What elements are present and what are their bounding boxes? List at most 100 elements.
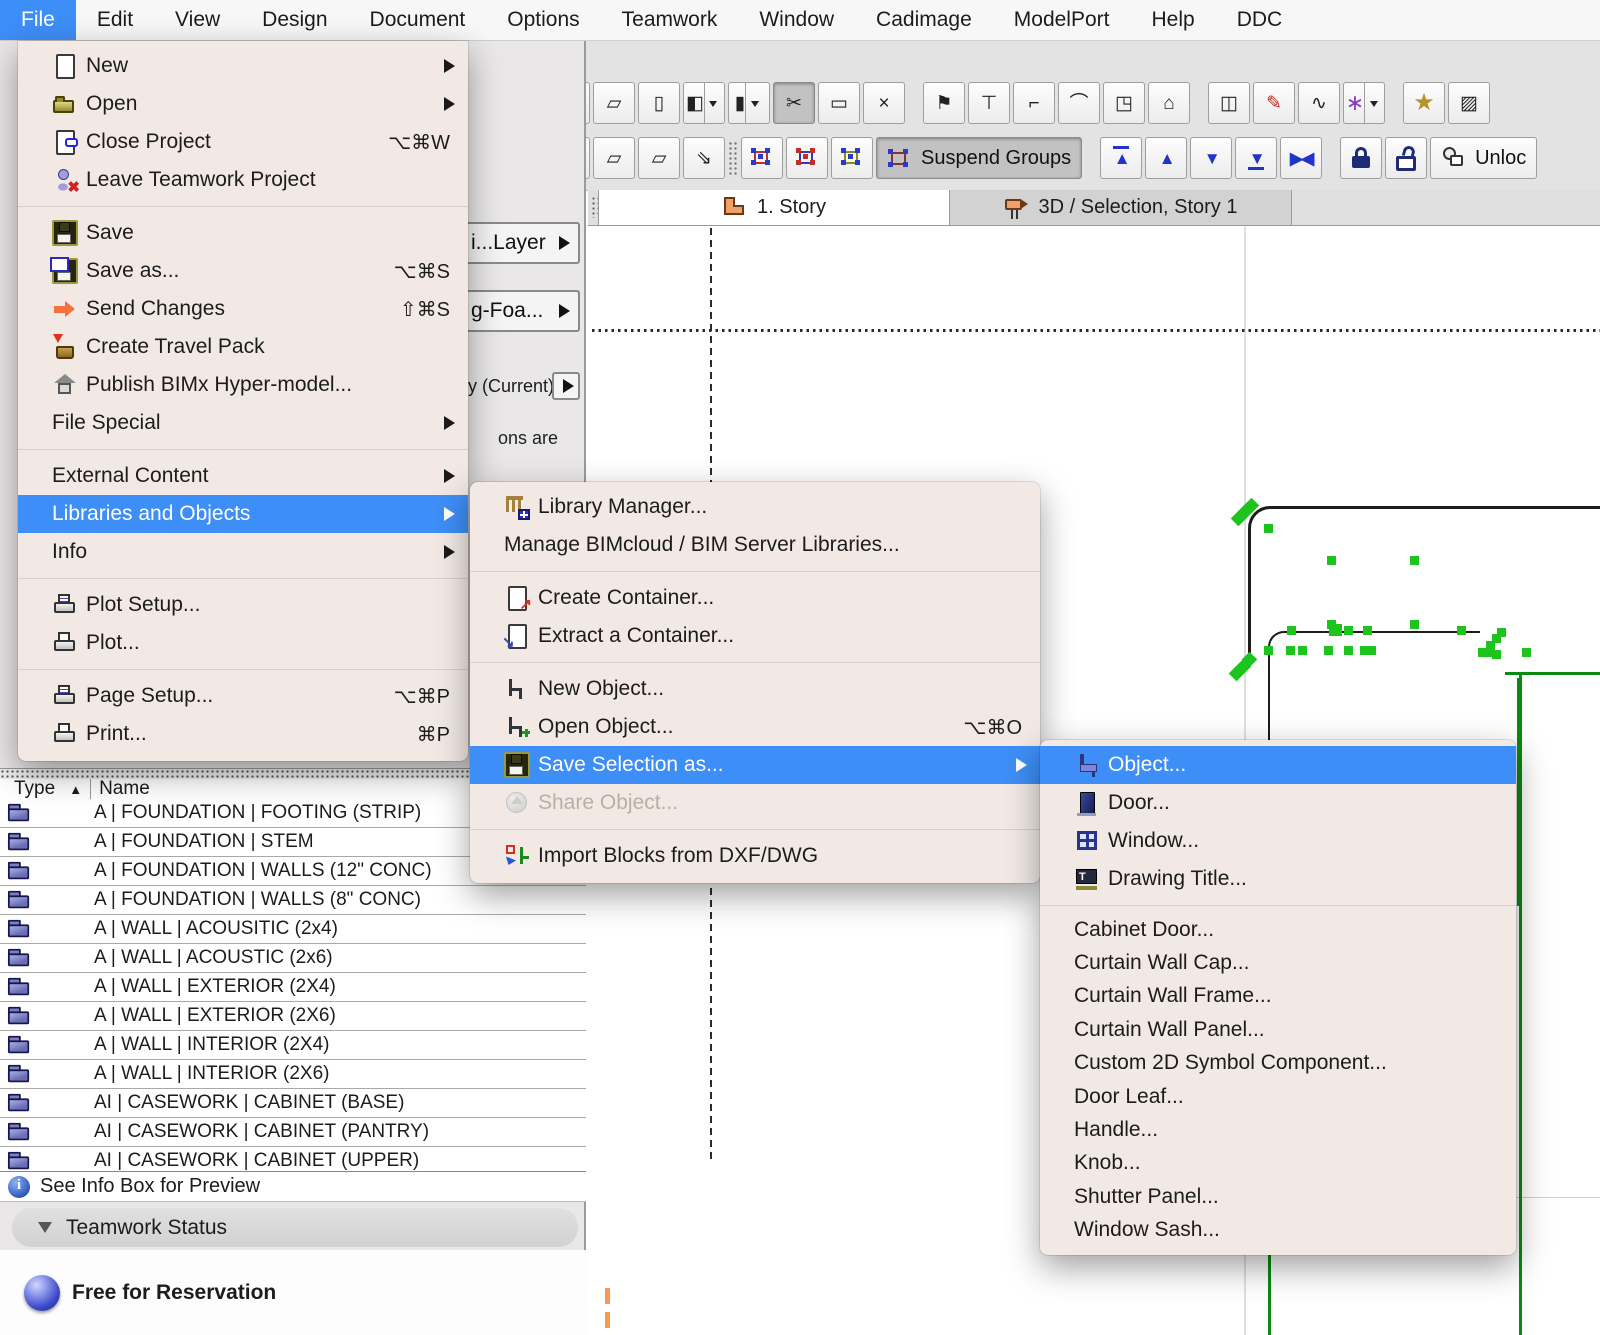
menu-view[interactable]: View [154,0,241,40]
menu-item-window-sash[interactable]: Window Sash... [1040,1214,1516,1247]
toolbar-drag-handle[interactable] [728,141,738,175]
menu-item-page-setup[interactable]: Page Setup... ⌥⌘P [18,677,468,715]
send-to-back-button[interactable]: ▼ [1235,137,1278,179]
teamwork-status-header[interactable]: Teamwork Status [12,1208,578,1247]
table-row[interactable]: AI | CASEWORK | CABINET (BASE) [0,1089,586,1118]
menu-item-libraries-objects[interactable]: Libraries and Objects [18,495,468,533]
dropdown-chevron-icon[interactable] [703,83,722,123]
menu-item-door[interactable]: Door... [1040,784,1516,822]
menu-item-create-travel-pack[interactable]: Create Travel Pack [18,328,468,366]
menu-item-object[interactable]: Object... [1040,746,1516,784]
red-pen-tool-icon[interactable]: ✎ [1253,82,1295,124]
menu-item-send-changes[interactable]: Send Changes ⇧⌘S [18,290,468,328]
favorites-star-icon[interactable]: ★ [1403,82,1445,124]
menu-item-open[interactable]: Open [18,85,468,123]
wall-plane-tool-icon[interactable]: ▯ [638,82,680,124]
menu-item-curtain-wall-panel[interactable]: Curtain Wall Panel... [1040,1013,1516,1046]
plane-arrow-tool-icon[interactable]: ⇘ [683,137,725,179]
menu-window[interactable]: Window [738,0,855,40]
group-icon[interactable] [741,137,783,179]
table-row[interactable]: A | FOUNDATION | WALLS (8" CONC) [0,886,586,915]
menu-item-save[interactable]: Save [18,214,468,252]
menu-item-close-project[interactable]: Close Project ⌥⌘W [18,123,468,161]
menu-item-library-manager[interactable]: Library Manager... [470,488,1040,526]
menu-item-share-object[interactable]: Share Object... [470,784,1040,822]
frame-tool-icon[interactable]: ◫ [1208,82,1250,124]
menu-item-import-blocks[interactable]: Import Blocks from DXF/DWG [470,837,1040,875]
menu-item-custom-2d-symbol[interactable]: Custom 2D Symbol Component... [1040,1047,1516,1080]
column-tool-icon[interactable]: ▮ [728,82,770,124]
menu-item-handle[interactable]: Handle... [1040,1113,1516,1146]
menu-edit[interactable]: Edit [76,0,154,40]
menu-item-plot-setup[interactable]: Plot Setup... [18,586,468,624]
menu-item-curtain-wall-frame[interactable]: Curtain Wall Frame... [1040,980,1516,1013]
gravity-tool-icon[interactable]: ⊤ [968,82,1010,124]
trim-tool-icon[interactable]: ✂ [773,82,815,124]
corner-tool-icon[interactable]: ⌐ [1013,82,1055,124]
menu-item-print[interactable]: Print... ⌘P [18,715,468,753]
menu-document[interactable]: Document [349,0,487,40]
extra-tool-icon[interactable]: ▨ [1448,82,1490,124]
menu-item-manage-bimcloud[interactable]: Manage BIMcloud / BIM Server Libraries..… [470,526,1040,564]
composite-picker-button[interactable]: g-Foa... [455,290,580,332]
magic-wand-tool-icon[interactable]: ∗ [1343,82,1385,124]
menu-file[interactable]: File [0,0,76,40]
menu-item-plot[interactable]: Plot... [18,624,468,662]
autogroup-icon[interactable] [831,137,873,179]
menu-item-save-as[interactable]: Save as... ⌥⌘S [18,252,468,290]
menu-item-new[interactable]: New [18,47,468,85]
tab-3d-selection[interactable]: 3D / Selection, Story 1 [950,190,1292,225]
column-header-type[interactable]: Type [0,778,55,800]
column-header-name[interactable]: Name [91,778,150,800]
send-backward-button[interactable]: ▼ [1190,137,1233,179]
wall-line[interactable] [1517,678,1521,906]
layer-picker-button[interactable]: i...Layer [455,222,580,264]
table-row[interactable]: A | WALL | EXTERIOR (2X6) [0,1002,586,1031]
menu-item-leave-teamwork[interactable]: Leave Teamwork Project [18,161,468,199]
table-row[interactable]: A | WALL | INTERIOR (2X6) [0,1060,586,1089]
flag-tool-icon[interactable]: ⚑ [923,82,965,124]
unlock-elements-button[interactable]: Unloc [1430,137,1538,179]
menu-item-save-selection-as[interactable]: Save Selection as... [470,746,1040,784]
freehand-tool-icon[interactable]: ∿ [1298,82,1340,124]
tabbar-drag-handle[interactable] [591,196,598,218]
menu-teamwork[interactable]: Teamwork [601,0,739,40]
menu-item-curtain-wall-cap[interactable]: Curtain Wall Cap... [1040,946,1516,979]
plane-b-tool-icon[interactable]: ▱ [638,137,680,179]
menu-cadimage[interactable]: Cadimage [855,0,993,40]
menu-item-shutter-panel[interactable]: Shutter Panel... [1040,1180,1516,1213]
table-row[interactable]: A | WALL | INTERIOR (2X4) [0,1031,586,1060]
menu-item-create-container[interactable]: Create Container... [470,579,1040,617]
menu-item-cabinet-door[interactable]: Cabinet Door... [1040,913,1516,946]
dropdown-chevron-icon[interactable] [745,83,763,123]
arc-tool-icon[interactable]: ⌒ [1058,82,1100,124]
ungroup-icon[interactable] [786,137,828,179]
menu-item-door-leaf[interactable]: Door Leaf... [1040,1080,1516,1113]
table-row[interactable]: AI | CASEWORK | CABINET (UPPER) [0,1147,586,1171]
stretch-tool-icon[interactable]: × [863,82,905,124]
box-corner-tool-icon[interactable]: ◳ [1103,82,1145,124]
table-row[interactable]: A | WALL | ACOUSTIC (2x6) [0,944,586,973]
menu-help[interactable]: Help [1131,0,1216,40]
menu-item-knob[interactable]: Knob... [1040,1147,1516,1180]
reset-order-button[interactable]: ▶◀ [1280,137,1323,179]
menu-design[interactable]: Design [241,0,348,40]
bring-to-front-button[interactable]: ▲ [1100,137,1143,179]
table-row[interactable]: AI | CASEWORK | CABINET (PANTRY) [0,1118,586,1147]
tab-1-story[interactable]: 1. Story [598,190,950,225]
menu-item-new-object[interactable]: New Object... [470,670,1040,708]
menu-options[interactable]: Options [486,0,600,40]
menu-item-drawing-title[interactable]: Drawing Title... [1040,860,1516,898]
menu-item-external-content[interactable]: External Content [18,457,468,495]
overlap-layers-tool-icon[interactable]: ◧ [683,82,725,124]
table-row[interactable]: A | WALL | EXTERIOR (2X4) [0,973,586,1002]
dropdown-chevron-icon[interactable] [1364,83,1382,123]
lock-button[interactable] [1340,137,1383,179]
menu-item-window[interactable]: Window... [1040,822,1516,860]
bring-forward-button[interactable]: ▲ [1145,137,1188,179]
measure-tool-icon[interactable]: ▭ [818,82,860,124]
unlock-button[interactable] [1385,137,1428,179]
slab-plane-tool-icon[interactable]: ▱ [593,82,635,124]
menu-item-info[interactable]: Info [18,533,468,571]
menu-item-publish-bimx[interactable]: Publish BIMx Hyper-model... [18,366,468,404]
